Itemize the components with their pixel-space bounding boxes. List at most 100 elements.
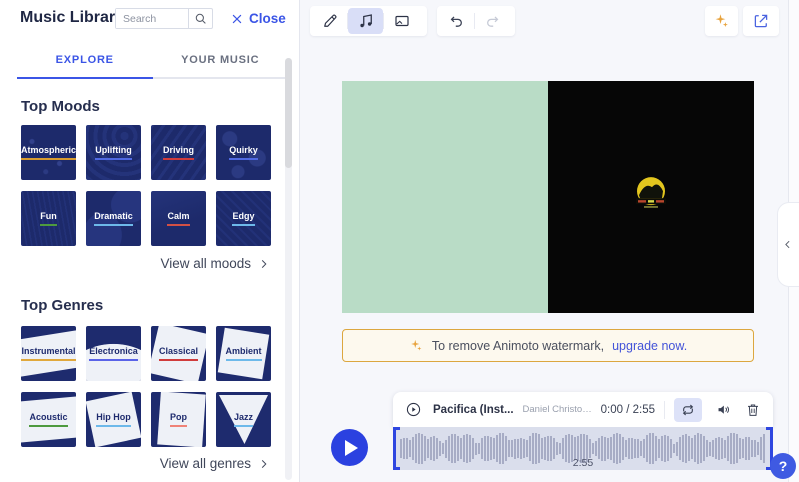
card-divider: [664, 400, 665, 419]
preview-play-button[interactable]: [331, 429, 368, 466]
genre-tile-instrumental[interactable]: Instrumental: [21, 326, 76, 381]
close-button[interactable]: Close: [231, 11, 286, 26]
pencil-icon: [323, 14, 337, 27]
audio-track: Pacifica (Inst... Daniel Christopher O'D…: [393, 392, 773, 470]
chevron-right-icon: [261, 259, 267, 268]
scrollbar[interactable]: [285, 58, 292, 480]
watermark-banner-text: To remove Animoto watermark,: [431, 338, 605, 353]
tab-explore[interactable]: EXPLORE: [17, 46, 153, 79]
mood-tile-edgy[interactable]: Edgy: [216, 191, 271, 246]
genre-tile-label: Pop: [170, 412, 187, 427]
big-play-icon: [345, 439, 358, 456]
history-toolbar: [437, 6, 515, 36]
undo-icon: [450, 15, 462, 27]
genre-tile-jazz[interactable]: Jazz: [216, 392, 271, 447]
music-library-panel: Music Library Close EXPLORE YOUR MUSIC T…: [0, 0, 300, 482]
music-library-header: Music Library Close: [0, 0, 299, 44]
genre-tile-ambient[interactable]: Ambient: [216, 326, 271, 381]
video-preview-right-pane: [548, 81, 754, 313]
loop-button[interactable]: [674, 397, 702, 422]
view-all-moods-link[interactable]: View all moods: [20, 256, 270, 271]
mood-tile-atmospheric[interactable]: Atmospheric: [21, 125, 76, 180]
waveform-duration-label: 2:55: [572, 457, 594, 469]
track-title: Pacifica (Inst...: [433, 403, 514, 416]
track-play-button[interactable]: [405, 401, 422, 418]
scrollbar-thumb[interactable]: [285, 58, 292, 168]
mood-tile-quirky[interactable]: Quirky: [216, 125, 271, 180]
sparkle-icon: [411, 339, 422, 351]
ai-assist-button[interactable]: [705, 6, 738, 36]
mood-tile-label: Quirky: [229, 145, 258, 160]
studio-logo: [636, 177, 666, 208]
search-input[interactable]: [116, 9, 188, 28]
upgrade-now-link[interactable]: upgrade now.: [612, 339, 687, 353]
genre-tile-label: Ambient: [225, 346, 262, 361]
music-button[interactable]: [348, 8, 383, 34]
mood-tile-dramatic[interactable]: Dramatic: [86, 191, 141, 246]
editor-panel: To remove Animoto watermark, upgrade now…: [300, 0, 799, 482]
mood-tile-label: Fun: [40, 211, 57, 226]
mood-tile-label: Edgy: [232, 211, 255, 226]
video-preview-left-pane: [342, 81, 548, 313]
tab-your-music[interactable]: YOUR MUSIC: [152, 46, 288, 79]
close-icon: [232, 14, 242, 23]
mood-tile-label: Calm: [167, 211, 190, 226]
help-button[interactable]: ?: [770, 453, 796, 479]
genre-tile-electronica[interactable]: Electronica: [86, 326, 141, 381]
waveform-region[interactable]: 2:55: [393, 427, 773, 470]
view-all-moods-label: View all moods: [160, 256, 251, 271]
loop-icon: [682, 404, 694, 415]
genre-tile-hip-hop[interactable]: Hip Hop: [86, 392, 141, 447]
search-button[interactable]: [188, 9, 212, 28]
audio-track-card: Pacifica (Inst... Daniel Christopher O'D…: [393, 392, 773, 427]
video-preview[interactable]: [342, 81, 754, 313]
close-label: Close: [249, 11, 286, 26]
track-play-icon: [406, 402, 421, 417]
library-tabs: EXPLORE YOUR MUSIC: [17, 46, 288, 79]
genre-tile-label: Electronica: [89, 346, 138, 361]
chevron-right-icon: [261, 459, 267, 468]
chevron-left-icon: [785, 240, 790, 249]
trash-button[interactable]: [745, 402, 761, 418]
volume-button[interactable]: [715, 401, 732, 418]
sparkle-icon: [715, 14, 728, 27]
genre-tile-label: Acoustic: [29, 412, 68, 427]
genre-tile-label: Jazz: [233, 412, 253, 427]
trim-handle-left[interactable]: [393, 427, 400, 470]
view-all-genres-link[interactable]: View all genres: [20, 456, 270, 471]
mood-tile-calm[interactable]: Calm: [151, 191, 206, 246]
genre-tile-label: Hip Hop: [96, 412, 131, 427]
mood-tile-label: Atmospheric: [21, 145, 76, 160]
export-button[interactable]: [743, 6, 779, 36]
watermark-banner: To remove Animoto watermark, upgrade now…: [342, 329, 754, 362]
music-note-icon: [359, 14, 372, 28]
genre-tile-label: Classical: [158, 346, 199, 361]
mood-tile-uplifting[interactable]: Uplifting: [86, 125, 141, 180]
genre-tile-label: Instrumental: [21, 346, 76, 361]
search-box: [115, 8, 213, 29]
moods-grid: Atmospheric Uplifting Driving Quirky Fun Dram…: [21, 125, 271, 246]
trash-icon: [748, 404, 758, 416]
mood-tile-label: Driving: [162, 145, 194, 160]
library-content: Top Moods Atmospheric Uplifting Driving Qui…: [20, 84, 271, 471]
top-genres-heading: Top Genres: [21, 297, 104, 314]
panel-expand-tab[interactable]: [777, 202, 799, 287]
mood-tile-driving[interactable]: Driving: [151, 125, 206, 180]
search-icon: [195, 13, 206, 24]
mood-tile-label: Dramatic: [94, 211, 133, 226]
genre-tile-acoustic[interactable]: Acoustic: [21, 392, 76, 447]
genre-tile-pop[interactable]: Pop: [151, 392, 206, 447]
track-time: 0:00 / 2:55: [600, 403, 655, 416]
view-all-genres-label: View all genres: [159, 456, 251, 471]
genre-tile-classical[interactable]: Classical: [151, 326, 206, 381]
media-button[interactable]: [384, 8, 419, 34]
top-moods-heading: Top Moods: [21, 98, 100, 115]
panel-title: Music Library: [20, 9, 125, 26]
undo-button[interactable]: [439, 8, 474, 34]
genres-grid: Instrumental Electronica Classical Ambient A…: [21, 326, 271, 447]
mood-tile-fun[interactable]: Fun: [21, 191, 76, 246]
help-icon: ?: [778, 458, 788, 474]
text-edit-button[interactable]: [312, 8, 347, 34]
edit-toolbar: [310, 6, 427, 36]
redo-button[interactable]: [475, 8, 510, 34]
